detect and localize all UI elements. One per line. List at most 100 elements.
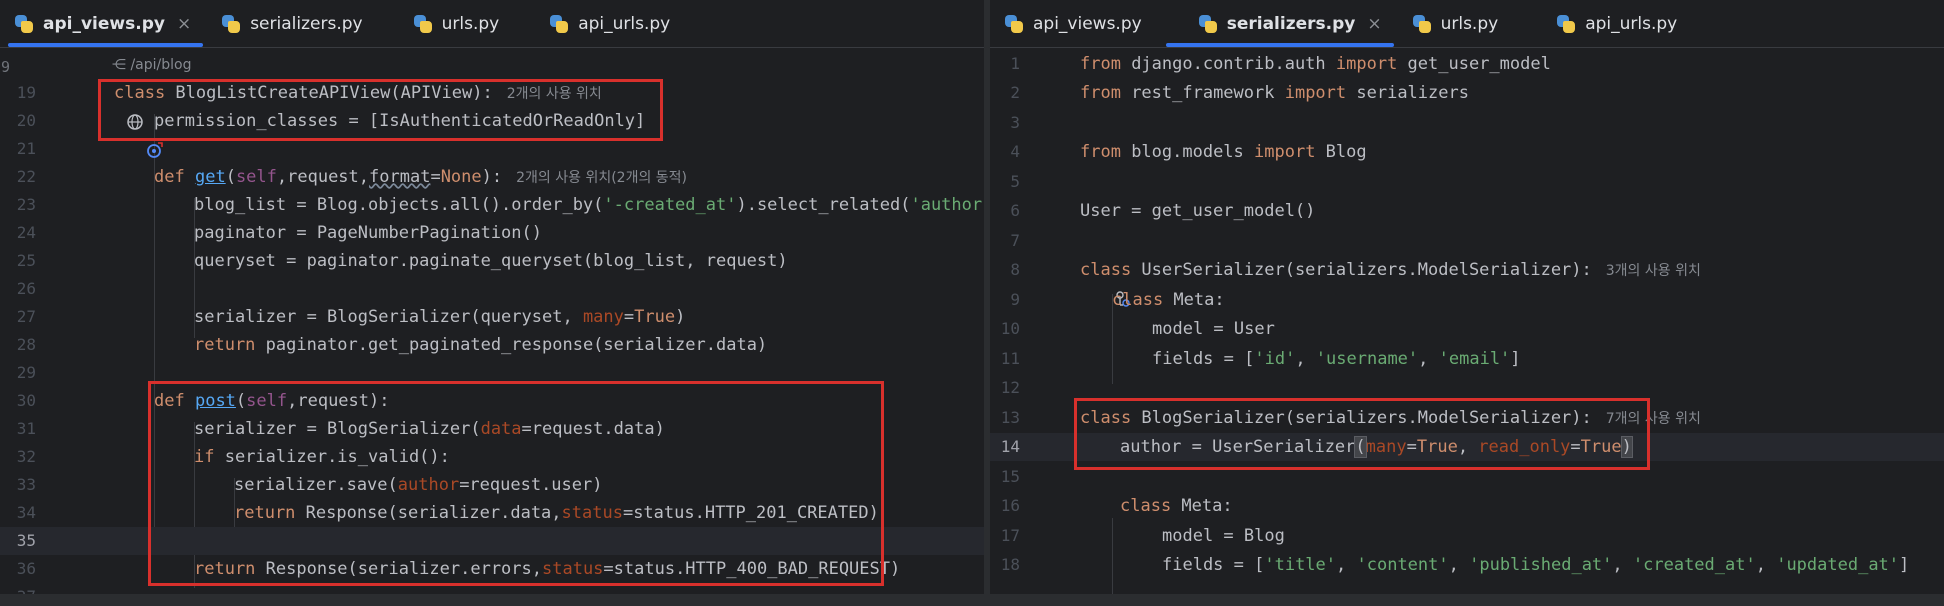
tab-urls[interactable]: urls.py (379, 0, 516, 47)
line-number: 14 (1000, 437, 1020, 456)
code-token: 'title' (1264, 555, 1337, 575)
code-line-17[interactable]: 17 model = Blog (990, 522, 1944, 550)
code-token: BlogSerializer(serializers.ModelSerializ… (1131, 408, 1592, 428)
code-token: model = User (1152, 319, 1275, 339)
code-line-15[interactable]: 15 (990, 463, 1944, 491)
tab-label: serializers.py (250, 13, 363, 34)
code-token: =status.HTTP_201_CREATED) (622, 503, 879, 523)
code-line-23[interactable]: 23 blog_list = Blog.objects.all().order_… (0, 191, 984, 219)
tab-urls[interactable]: urls.py (1398, 0, 1515, 47)
usage-hint[interactable]: 2개의 사용 위치(2개의 동적) (516, 170, 687, 186)
code-token: , (1448, 555, 1470, 575)
code-line-6[interactable]: 6 User = get_user_model() (990, 197, 1944, 225)
code-token: ,request, (276, 167, 370, 187)
horizontal-scrollbar[interactable] (990, 594, 1944, 606)
implemented-icon[interactable] (1032, 409, 1130, 455)
close-icon[interactable]: × (177, 14, 191, 34)
code-line-29[interactable]: 29 (0, 359, 984, 387)
code-line-34[interactable]: 34 return Response(serializer.data,statu… (0, 499, 984, 527)
code-line-28[interactable]: 28 return paginator.get_paginated_respon… (0, 331, 984, 359)
line-number: 31 (16, 419, 36, 438)
code-token: import (1254, 142, 1316, 162)
code-token: def (154, 167, 185, 187)
code-token: , (1755, 555, 1777, 575)
line-number: 35 (16, 531, 36, 550)
code-line-14-current[interactable]: 14 author = UserSerializer(many=True, re… (990, 433, 1944, 461)
code-line-2[interactable]: 2 from rest_framework import serializers (990, 79, 1944, 107)
code-line-27[interactable]: 27 serializer = BlogSerializer(queryset,… (0, 303, 984, 331)
line-number: 27 (16, 307, 36, 326)
code-token: import (1335, 54, 1398, 74)
code-line-19[interactable]: 19 class BlogListCreateAPIView(APIView):… (0, 79, 984, 130)
code-line-4[interactable]: 4 from blog.models import Blog (990, 138, 1944, 166)
tab-api-views[interactable]: api_views.py × (0, 0, 207, 47)
line-number: 36 (16, 559, 36, 578)
code-line-35-current[interactable]: 35 (0, 527, 984, 555)
code-token: queryset = paginator.paginate_queryset(b… (194, 251, 788, 271)
usage-hint[interactable]: 7개의 사용 위치 (1606, 411, 1701, 427)
code-token: return (194, 335, 256, 355)
editor-pane-serializers: api_views.py serializers.py × urls.py ap… (990, 0, 1944, 606)
code-line-5[interactable]: 5 (990, 168, 1944, 196)
globe-icon[interactable] (44, 84, 143, 130)
tab-api-urls[interactable]: api_urls.py (1514, 0, 1693, 47)
close-icon[interactable]: × (1367, 14, 1381, 34)
code-line-13[interactable]: 13 class BlogSerializer(serializers.Mode… (990, 404, 1944, 455)
code-line-9[interactable]: 9 class Meta: (990, 286, 1944, 314)
code-line-22[interactable]: 22 def get(self,request,format=None): 2개의… (0, 163, 984, 191)
code-token: ] (1899, 555, 1910, 575)
code-line-16[interactable]: 16 class Meta: (990, 492, 1944, 520)
usage-hint[interactable]: 2개의 사용 위치 (507, 86, 602, 102)
code-line-3[interactable]: 3 (990, 109, 1944, 137)
line-number: 33 (16, 475, 36, 494)
tab-api-views[interactable]: api_views.py (990, 0, 1158, 47)
code-line-21[interactable]: 21 (0, 135, 984, 163)
python-file-icon (221, 14, 241, 34)
tab-serializers[interactable]: serializers.py (207, 0, 378, 47)
line-number: 15 (1000, 467, 1020, 486)
code-token: author = UserSerializer (1120, 437, 1356, 457)
line-number: 34 (16, 503, 36, 522)
code-token: paginator.get_paginated_response(seriali… (255, 335, 768, 355)
horizontal-scrollbar[interactable] (0, 594, 984, 606)
implemented-icon[interactable] (1032, 261, 1130, 307)
code-line-8[interactable]: 8 class UserSerializer(serializers.Model… (990, 256, 1944, 307)
code-line-12[interactable]: 12 (990, 374, 1944, 402)
code-line-25[interactable]: 25 queryset = paginator.paginate_queryse… (0, 247, 984, 275)
usage-hint[interactable]: 3개의 사용 위치 (1606, 263, 1701, 279)
code-line-20[interactable]: 20 permission_classes = [IsAuthenticated… (0, 107, 984, 158)
code-token: from rest_framework import serializers (1080, 79, 1469, 107)
code-line-33[interactable]: 33 serializer.save(author=request.user) (0, 471, 984, 499)
tab-api-urls[interactable]: api_urls.py (515, 0, 686, 47)
code-token: =request.data) (521, 419, 665, 439)
python-file-icon (14, 14, 34, 34)
code-token: serializers (1346, 83, 1469, 103)
code-line-30[interactable]: 30 def post(self,request): (0, 387, 984, 415)
code-line-36[interactable]: 36 return Response(serializer.errors,sta… (0, 555, 984, 583)
code-token: class (1080, 260, 1132, 280)
code-token: 'id' (1254, 349, 1296, 369)
code-token: = (430, 167, 441, 187)
code-token: Meta: (1171, 496, 1233, 516)
tab-serializers[interactable]: serializers.py × (1158, 0, 1398, 47)
tab-label: api_views.py (1033, 13, 1142, 34)
breadcrumb[interactable]: ⋲ /api/blog (112, 57, 191, 73)
code-line-18[interactable]: 18 fields = ['title', 'content', 'publis… (990, 551, 1944, 579)
override-icon[interactable] (64, 112, 163, 158)
breadcrumb-path: /api/blog (130, 57, 192, 73)
code-token: paginator = PageNumberPagination() (194, 223, 542, 243)
code-line-1[interactable]: 1 from django.contrib.auth import get_us… (990, 50, 1944, 78)
code-line-24[interactable]: 24 paginator = PageNumberPagination() (0, 219, 984, 247)
code-line-31[interactable]: 31 serializer = BlogSerializer(data=requ… (0, 415, 984, 443)
code-token: status (561, 503, 623, 523)
code-line-7[interactable]: 7 (990, 227, 1944, 255)
code-token: class (1112, 290, 1164, 310)
code-line-32[interactable]: 32 if serializer.is_valid(): (0, 443, 984, 471)
line-number: 1 (1010, 54, 1020, 73)
code-token: = (1406, 437, 1417, 457)
code-token: 'content' (1356, 555, 1449, 575)
code-line-11[interactable]: 11 fields = ['id', 'username', 'email'] (990, 345, 1944, 373)
editor-pane-api-views: api_views.py × serializers.py urls.py ap… (0, 0, 984, 606)
code-line-10[interactable]: 10 model = User (990, 315, 1944, 343)
code-line-26[interactable]: 26 (0, 275, 984, 303)
